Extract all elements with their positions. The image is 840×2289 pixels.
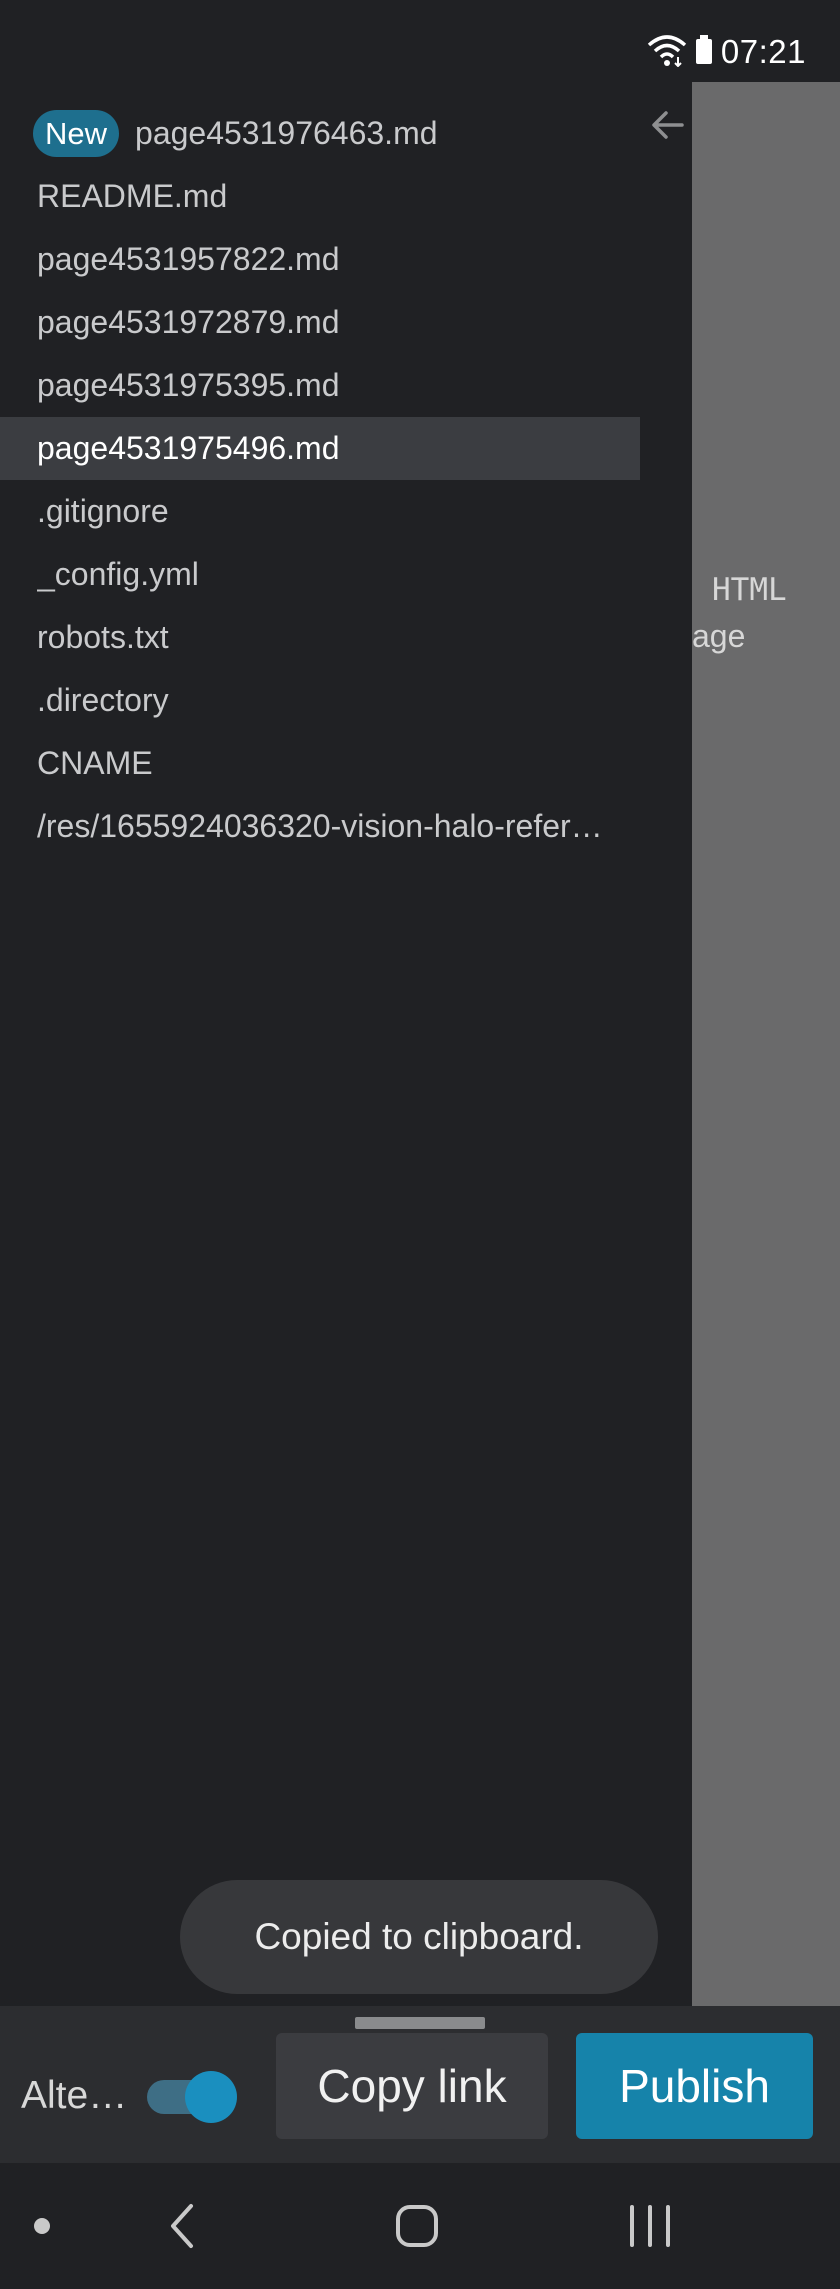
- file-name: page4531957822.md: [37, 241, 340, 277]
- publish-label: Publish: [619, 2060, 770, 2112]
- file-name: _config.yml: [37, 556, 199, 592]
- preview-pane[interactable]: HTML age: [692, 82, 840, 2006]
- file-item[interactable]: CNAME: [0, 732, 640, 795]
- file-name: .directory: [37, 682, 169, 718]
- file-item[interactable]: /res/1655924036320-vision-halo-refer…: [0, 795, 640, 858]
- file-drawer: New page4531976463.md README.md page4531…: [0, 82, 692, 2006]
- toast-message: Copied to clipboard.: [254, 1916, 584, 1957]
- back-arrow-icon[interactable]: [648, 105, 688, 145]
- clock: 07:21: [720, 33, 806, 70]
- nav-bar: [0, 2163, 840, 2289]
- drag-handle[interactable]: [355, 2017, 485, 2029]
- toggle-thumb: [185, 2071, 237, 2123]
- file-item[interactable]: page4531975395.md: [0, 354, 640, 417]
- file-item[interactable]: page4531957822.md: [0, 228, 640, 291]
- dot-icon: [22, 2163, 62, 2289]
- file-item[interactable]: _config.yml: [0, 543, 640, 606]
- new-badge: New: [33, 110, 120, 157]
- file-item[interactable]: robots.txt: [0, 606, 640, 669]
- home-icon[interactable]: [385, 2163, 449, 2289]
- file-item[interactable]: .directory: [0, 669, 640, 732]
- file-item-selected[interactable]: page4531975496.md: [0, 417, 640, 480]
- screen: 07:21 HTML age New page4531976463.md REA…: [0, 0, 840, 2289]
- file-name: robots.txt: [37, 619, 169, 655]
- file-name: /res/1655924036320-vision-halo-refer…: [37, 808, 603, 844]
- back-icon[interactable]: [150, 2163, 214, 2289]
- recents-icon[interactable]: [618, 2163, 682, 2289]
- toast: Copied to clipboard.: [180, 1880, 658, 1994]
- action-bar: Alte… Copy link Publish: [0, 2006, 840, 2163]
- file-item[interactable]: New page4531976463.md: [0, 102, 640, 165]
- file-name: page4531975496.md: [37, 430, 340, 466]
- file-item[interactable]: .gitignore: [0, 480, 640, 543]
- file-item[interactable]: README.md: [0, 165, 640, 228]
- copy-link-button[interactable]: Copy link: [276, 2033, 548, 2139]
- file-name: CNAME: [37, 745, 153, 781]
- copy-link-label: Copy link: [317, 2060, 507, 2112]
- file-item[interactable]: page4531972879.md: [0, 291, 640, 354]
- battery-icon: [695, 34, 713, 70]
- file-list: New page4531976463.md README.md page4531…: [0, 102, 640, 858]
- preview-text-line: HTML: [712, 572, 787, 608]
- alt-toggle-switch[interactable]: [147, 2063, 241, 2127]
- file-name: README.md: [37, 178, 228, 214]
- file-name: .gitignore: [37, 493, 169, 529]
- status-icons: 07:21: [647, 28, 806, 76]
- wifi-icon: [647, 33, 687, 72]
- alt-toggle-label: Alte…: [21, 2074, 128, 2117]
- file-name: page4531972879.md: [37, 304, 340, 340]
- status-bar: 07:21: [0, 0, 840, 82]
- publish-button[interactable]: Publish: [576, 2033, 813, 2139]
- file-name: page4531975395.md: [37, 367, 340, 403]
- file-name: page4531976463.md: [135, 115, 438, 151]
- preview-text-line: age: [692, 618, 746, 654]
